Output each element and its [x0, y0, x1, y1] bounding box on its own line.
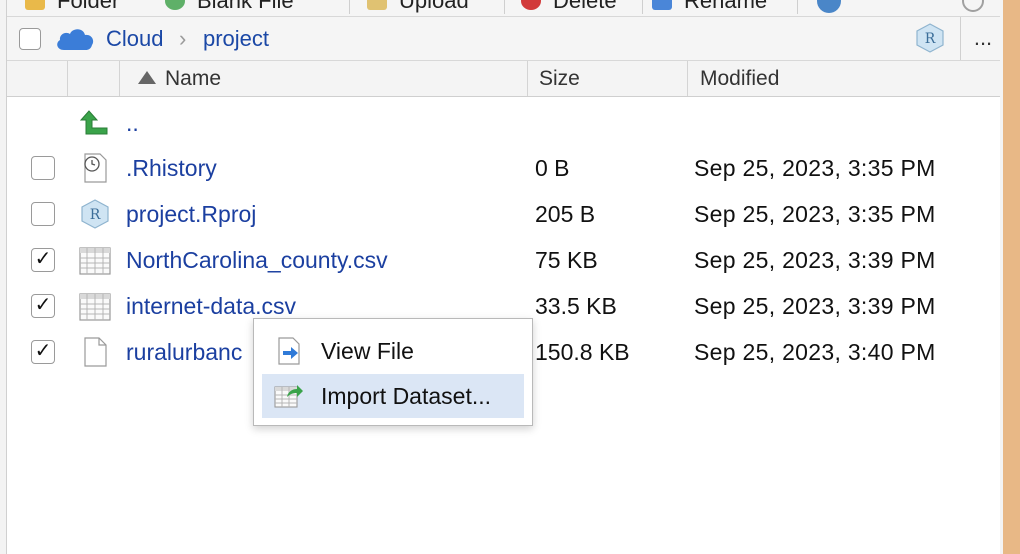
file-name-link[interactable]: ..: [126, 110, 139, 136]
file-size: 150.8 KB: [535, 339, 630, 365]
blank-file-icon: [84, 337, 107, 367]
csv-file-icon: [79, 247, 111, 275]
column-divider: [119, 61, 120, 96]
path-breadcrumb: Cloud › project R ...: [7, 17, 1000, 61]
table-row: ✓ NorthCarolina_county.csv 75 KB Sep 25,…: [7, 237, 1000, 283]
modified-column-header[interactable]: Modified: [700, 67, 779, 91]
cloud-icon[interactable]: [54, 26, 96, 52]
rename-button[interactable]: Rename: [652, 0, 767, 13]
files-toolbar: Folder Blank File Upload Delete Rename: [7, 0, 1000, 17]
table-row: .Rhistory 0 B Sep 25, 2023, 3:35 PM: [7, 145, 1000, 191]
select-all-checkbox[interactable]: [19, 28, 41, 50]
row-checkbox[interactable]: ✓: [31, 294, 55, 318]
folder-icon: [25, 0, 45, 10]
svg-text:R: R: [90, 207, 101, 223]
file-modified: Sep 25, 2023, 3:35 PM: [694, 201, 936, 227]
view-file-icon: [278, 337, 300, 365]
row-checkbox[interactable]: ✓: [31, 248, 55, 272]
breadcrumb-project-link[interactable]: project: [203, 26, 269, 52]
rproj-file-icon: R: [81, 199, 109, 229]
file-size: 75 KB: [535, 247, 598, 273]
file-name-link[interactable]: .Rhistory: [126, 155, 217, 181]
blank-file-icon: [165, 0, 185, 10]
parent-directory-row[interactable]: ..: [7, 100, 1000, 146]
toolbar-divider: [642, 0, 643, 14]
upload-icon: [367, 0, 387, 10]
column-divider: [527, 61, 528, 96]
size-column-header[interactable]: Size: [539, 67, 580, 91]
history-file-icon: [84, 153, 107, 183]
table-row: R project.Rproj 205 B Sep 25, 2023, 3:35…: [7, 191, 1000, 237]
file-size: 205 B: [535, 201, 596, 227]
row-checkbox[interactable]: [31, 202, 55, 226]
file-name-link[interactable]: NorthCarolina_county.csv: [126, 247, 388, 273]
breadcrumb-cloud-link[interactable]: Cloud: [106, 26, 163, 52]
up-arrow-icon: [79, 110, 108, 135]
right-panel-border: [1000, 0, 1003, 554]
file-context-menu: View File Import Dataset...: [253, 318, 533, 426]
toolbar-divider: [797, 0, 798, 14]
name-column-header[interactable]: Name: [165, 67, 221, 91]
more-settings-button[interactable]: [817, 0, 853, 13]
menu-item-label: Import Dataset...: [321, 383, 492, 409]
more-options-button[interactable]: ...: [969, 25, 997, 51]
svg-text:R: R: [925, 31, 936, 47]
file-name-link[interactable]: project.Rproj: [126, 201, 256, 227]
refresh-icon: [962, 0, 984, 12]
delete-button[interactable]: Delete: [521, 0, 617, 13]
delete-icon: [521, 0, 541, 10]
new-folder-button[interactable]: Folder: [25, 0, 119, 13]
rproj-icon[interactable]: R: [915, 23, 945, 53]
file-modified: Sep 25, 2023, 3:39 PM: [694, 293, 936, 319]
file-name-link[interactable]: internet-data.csv: [126, 293, 296, 319]
toolbar-divider: [349, 0, 350, 14]
file-modified: Sep 25, 2023, 3:40 PM: [694, 339, 936, 365]
file-size: 0 B: [535, 155, 570, 181]
column-divider: [67, 61, 68, 96]
blank-file-button[interactable]: Blank File: [165, 0, 294, 13]
file-modified: Sep 25, 2023, 3:39 PM: [694, 247, 936, 273]
toolbar-divider: [504, 0, 505, 14]
row-checkbox[interactable]: ✓: [31, 340, 55, 364]
rename-icon: [652, 0, 672, 10]
sort-ascending-icon: [138, 71, 156, 84]
gear-icon: [817, 0, 841, 13]
row-checkbox[interactable]: [31, 156, 55, 180]
refresh-button[interactable]: [962, 0, 996, 13]
breadcrumb-chevron-icon: ›: [179, 26, 187, 51]
upload-button[interactable]: Upload: [367, 0, 469, 13]
breadcrumb-divider: [960, 17, 961, 60]
menu-item-label: View File: [321, 338, 414, 364]
view-file-menu-item[interactable]: View File: [262, 329, 524, 373]
csv-file-icon: [79, 293, 111, 321]
file-size: 33.5 KB: [535, 293, 617, 319]
left-panel-edge: [0, 0, 7, 554]
import-dataset-menu-item[interactable]: Import Dataset...: [262, 374, 524, 418]
import-dataset-icon: [274, 385, 303, 408]
file-name-link[interactable]: ruralurbanc: [126, 339, 242, 365]
file-list-header: Name Size Modified: [7, 61, 1000, 97]
file-modified: Sep 25, 2023, 3:35 PM: [694, 155, 936, 181]
right-panel-edge: [1000, 0, 1020, 554]
column-divider: [687, 61, 688, 96]
